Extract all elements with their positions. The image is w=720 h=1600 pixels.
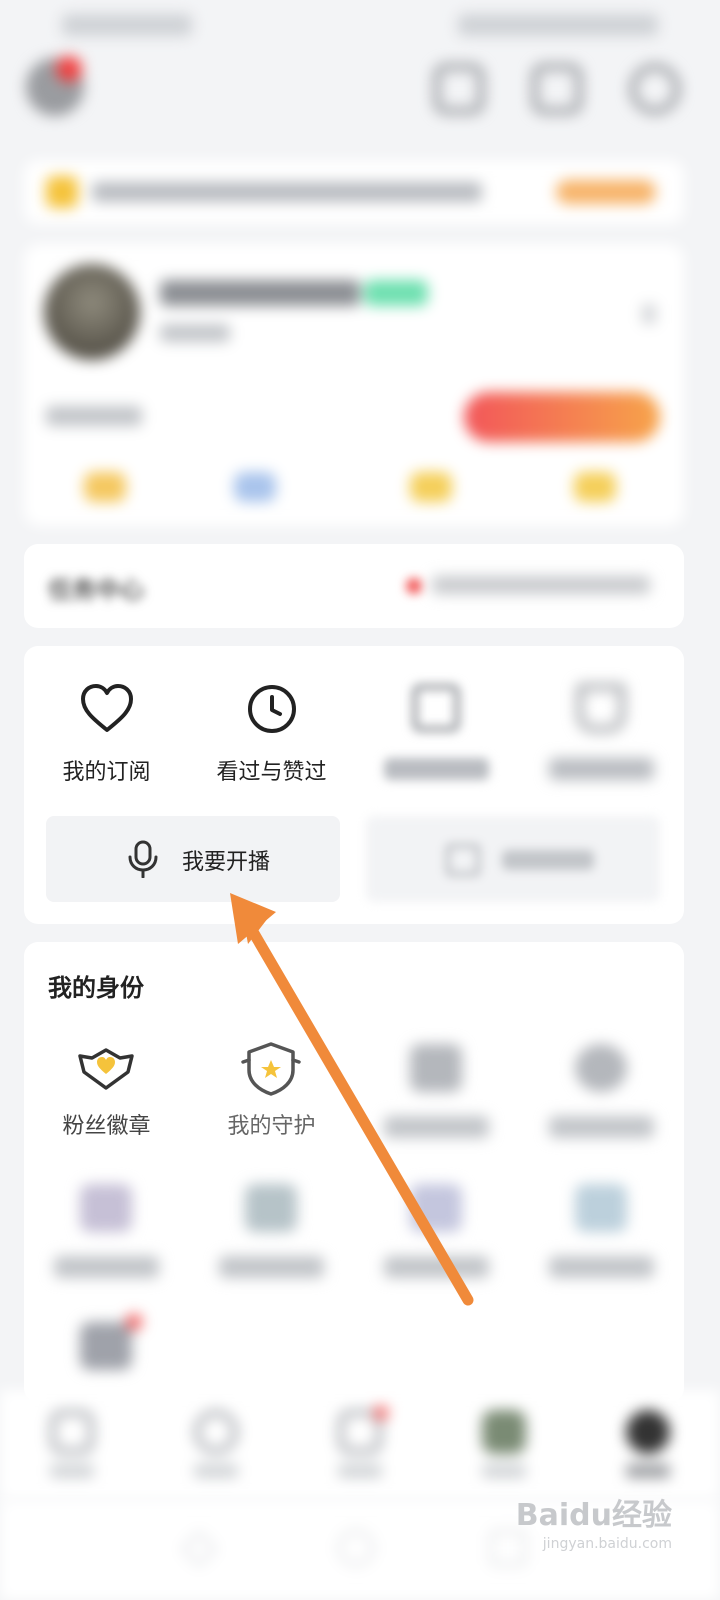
- microphone-icon: [128, 840, 158, 878]
- tab-red-dot: [374, 1406, 388, 1420]
- top-bar: [0, 56, 720, 128]
- identity-my-guard[interactable]: 我的守护: [189, 1040, 354, 1150]
- gift-icon[interactable]: [410, 472, 452, 502]
- tool-label: 看过与赞过: [216, 760, 327, 785]
- game-icon: [80, 1322, 132, 1370]
- identity-red-dot: [126, 1314, 142, 1330]
- go-live-button[interactable]: 我要开播: [46, 816, 340, 902]
- diamond-icon[interactable]: [234, 472, 276, 502]
- back-icon[interactable]: [180, 1530, 218, 1568]
- baidu-watermark: Baidu经验: [515, 1498, 672, 1533]
- identity-item-5[interactable]: [24, 1180, 189, 1290]
- tab-follow[interactable]: [288, 1406, 432, 1490]
- task-hint: [432, 576, 650, 594]
- ticket-icon[interactable]: [574, 472, 616, 502]
- watermark-url: jingyan.baidu.com: [542, 1536, 672, 1552]
- scan-icon[interactable]: [532, 64, 582, 114]
- tool-my-subscriptions[interactable]: 我的订阅: [24, 682, 189, 792]
- recents-icon[interactable]: [490, 1530, 526, 1566]
- crown-icon: [46, 176, 78, 208]
- identity-item-7[interactable]: [354, 1180, 519, 1290]
- identity-label: [219, 1256, 324, 1278]
- identity-label: [384, 1256, 489, 1278]
- heart-icon: [81, 684, 133, 732]
- identity-label: [384, 1116, 489, 1138]
- identity-label: [549, 1256, 654, 1278]
- home-nav-icon[interactable]: [338, 1530, 374, 1566]
- gem-icon: [575, 1184, 627, 1232]
- upload-video-button[interactable]: [366, 816, 660, 902]
- medal-icon: [575, 1044, 627, 1092]
- profile-tab-icon: [626, 1410, 670, 1454]
- my-identity-card: 我的身份 粉丝徽章 我的守护: [24, 942, 684, 1402]
- car-icon: [245, 1184, 297, 1232]
- profile-avatar[interactable]: [44, 264, 140, 360]
- go-live-label: 我要开播: [182, 850, 271, 875]
- tab-label: [338, 1464, 382, 1478]
- fan-badge-label: 粉丝徽章: [62, 1114, 151, 1139]
- tab-game[interactable]: [432, 1410, 576, 1490]
- status-time: [62, 14, 192, 36]
- guard-shield-icon: [241, 1042, 301, 1096]
- tab-label: [626, 1464, 670, 1478]
- my-guard-label: 我的守护: [227, 1114, 316, 1139]
- identity-item-8[interactable]: [519, 1180, 684, 1290]
- tool-label: 我的订阅: [62, 760, 151, 785]
- tool-label: [549, 758, 654, 780]
- tool-label: [384, 758, 489, 780]
- tab-me[interactable]: [576, 1410, 720, 1490]
- chevron-right-icon[interactable]: [642, 304, 656, 324]
- profile-card[interactable]: [24, 244, 684, 526]
- banner-tag[interactable]: [556, 180, 656, 204]
- task-red-dot: [406, 578, 422, 594]
- identity-label: [54, 1256, 159, 1278]
- tab-label: [50, 1464, 94, 1478]
- shield-icon[interactable]: [434, 64, 484, 114]
- banner-text: [92, 182, 482, 202]
- tool-team-record[interactable]: [354, 682, 519, 792]
- identity-label: [549, 1116, 654, 1138]
- identity-title: 我的身份: [48, 973, 144, 1002]
- tab-label: [482, 1464, 526, 1478]
- settings-icon[interactable]: [630, 64, 680, 114]
- profile-name: [160, 280, 360, 306]
- profile-info-line: [46, 406, 142, 426]
- calendar-icon: [410, 1044, 462, 1092]
- house-icon: [80, 1184, 132, 1232]
- document-icon: [412, 684, 460, 732]
- task-center-title: 任务中心: [48, 576, 144, 604]
- profile-action-button[interactable]: [464, 392, 660, 442]
- tab-home[interactable]: [0, 1410, 144, 1490]
- upload-icon: [446, 844, 480, 876]
- cart-icon: [577, 684, 625, 732]
- identity-item-4[interactable]: [519, 1040, 684, 1150]
- profile-subtitle: [160, 324, 230, 342]
- card-icon: [410, 1184, 462, 1232]
- status-indicators: [458, 14, 658, 36]
- identity-item-3[interactable]: [354, 1040, 519, 1150]
- upload-label: [502, 850, 594, 870]
- tool-history-likes[interactable]: 看过与赞过: [189, 682, 354, 792]
- vip-banner[interactable]: [24, 160, 684, 224]
- tab-label: [194, 1464, 238, 1478]
- clock-icon: [248, 685, 296, 733]
- game-tab-icon: [482, 1410, 526, 1454]
- star-icon: [194, 1410, 238, 1454]
- tool-shop[interactable]: [519, 682, 684, 792]
- notification-dot: [56, 56, 82, 82]
- identity-fan-badge[interactable]: 粉丝徽章: [24, 1040, 189, 1150]
- status-bar: [0, 0, 720, 50]
- identity-item-6[interactable]: [189, 1180, 354, 1290]
- level-badge: [364, 280, 428, 306]
- task-center-card[interactable]: 任务中心: [24, 544, 684, 628]
- tools-card: 我的订阅 看过与赞过 我要开播: [24, 646, 684, 924]
- coin-icon[interactable]: [84, 472, 126, 502]
- fan-badge-icon: [78, 1048, 134, 1090]
- bottom-tab-bar: [0, 1390, 720, 1500]
- home-icon: [50, 1410, 94, 1454]
- tab-discover[interactable]: [144, 1410, 288, 1490]
